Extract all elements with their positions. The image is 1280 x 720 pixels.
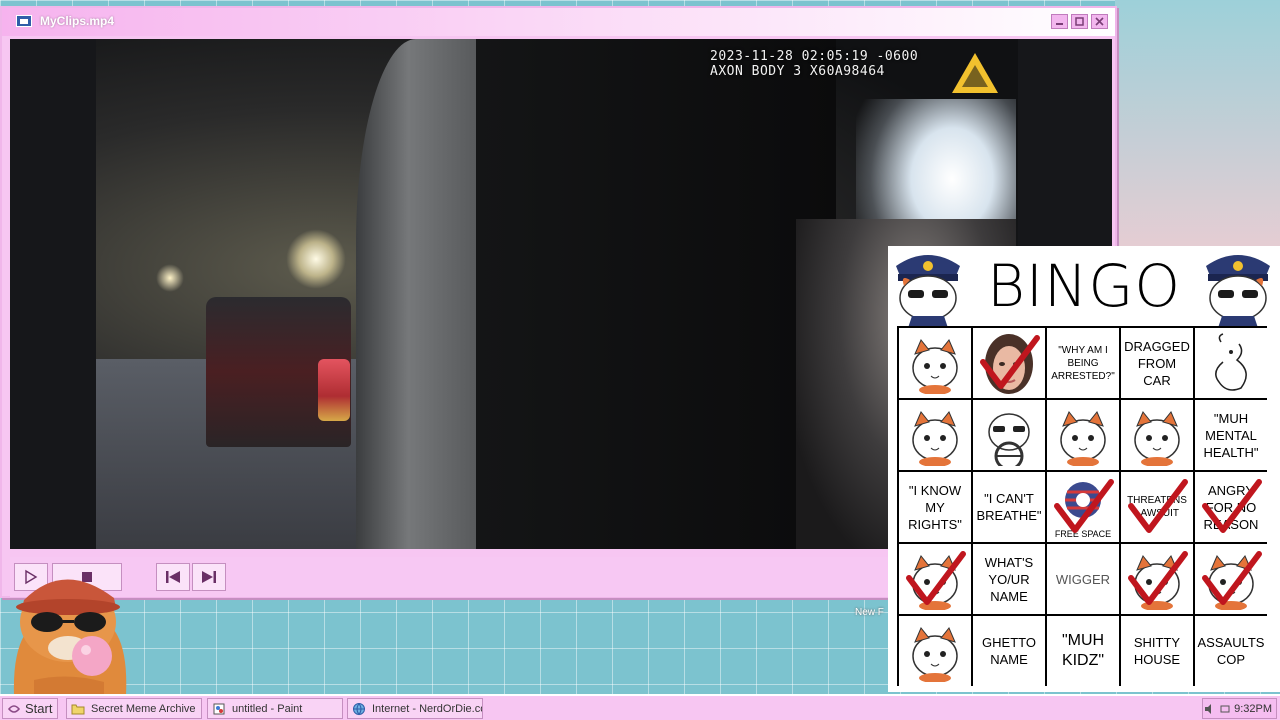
- paint-icon: [213, 703, 225, 714]
- bingo-cell-text: "MUH KIDZ": [1061, 632, 1105, 669]
- bingo-cell[interactable]: GHETTO NAME: [973, 616, 1045, 686]
- bingo-cell[interactable]: [1121, 544, 1193, 614]
- bingo-cell[interactable]: [899, 616, 971, 686]
- maximize-button[interactable]: [1071, 14, 1088, 29]
- clock[interactable]: 9:32PM: [1234, 703, 1272, 715]
- scene-streetlight: [156, 264, 184, 292]
- bingo-cell[interactable]: [1047, 400, 1119, 470]
- checkmark-icon: [1202, 479, 1262, 533]
- bingo-cell-text: "I CAN'T BREATHE": [976, 491, 1042, 523]
- checkmark-icon: [1128, 479, 1188, 533]
- bingo-cell[interactable]: WIGGER: [1047, 544, 1119, 614]
- minimize-button[interactable]: [1051, 14, 1068, 29]
- folder-icon: [71, 704, 85, 714]
- bingo-cell[interactable]: ANGRY FOR NO REASON: [1195, 472, 1267, 542]
- next-icon: [202, 571, 216, 583]
- cat-sketch-icon: [1215, 333, 1247, 391]
- taskbar-item-meme-archive[interactable]: Secret Meme Archive: [66, 698, 202, 719]
- cat-sticker-icon: [1060, 411, 1106, 466]
- checkmark-icon: [980, 335, 1040, 389]
- bingo-cell[interactable]: THREATENS LAWSUIT: [1121, 472, 1193, 542]
- bingo-cell-text: DRAGGED FROM CAR: [1124, 338, 1190, 388]
- scene-dark-foreground: [476, 39, 836, 549]
- start-button[interactable]: Start: [2, 698, 58, 719]
- video-frame: 2023-11-28 02:05:19 -0600 AXON BODY 3 X6…: [96, 39, 1018, 549]
- window-title: MyClips.mp4: [40, 14, 115, 28]
- bingo-cell[interactable]: [899, 328, 971, 398]
- checkmark-icon: [906, 551, 966, 605]
- next-button[interactable]: [192, 563, 226, 591]
- scene-car-taillight: [318, 359, 350, 421]
- bingo-cell[interactable]: [1195, 544, 1267, 614]
- bingo-cell[interactable]: WHAT'S YO/UR NAME: [973, 544, 1045, 614]
- close-button[interactable]: [1091, 14, 1108, 29]
- desktop-background: [1115, 0, 1280, 250]
- bingo-cell[interactable]: DRAGGED FROM CAR: [1121, 328, 1193, 398]
- bingo-cell[interactable]: "WHY AM I BEING ARRESTED?": [1047, 328, 1119, 398]
- maximize-icon: [1075, 17, 1084, 26]
- start-label: Start: [25, 701, 53, 716]
- start-logo-icon: [7, 704, 21, 713]
- video-timestamp: 2023-11-28 02:05:19 -0600: [710, 49, 919, 64]
- bingo-grid: "WHY AM I BEING ARRESTED?" DRAGGED FROM C…: [897, 326, 1267, 686]
- network-icon[interactable]: [1220, 703, 1230, 715]
- taskbar-item-label: Secret Meme Archive: [91, 702, 196, 715]
- taskbar: Start Secret Meme Archive untitled - Pai…: [0, 694, 1280, 720]
- globe-icon: [353, 702, 365, 715]
- cat-sticker-icon: [1134, 411, 1180, 466]
- system-tray: 9:32PM: [1202, 698, 1277, 719]
- axon-logo-icon: [952, 53, 998, 93]
- taskbar-item-paint[interactable]: untitled - Paint: [207, 698, 343, 719]
- bingo-cell-text: WIGGER: [1055, 571, 1111, 587]
- bingo-cell[interactable]: FREE SPACE: [1047, 472, 1119, 542]
- cat-sticker-icon: [912, 627, 958, 682]
- video-file-icon: [16, 15, 32, 27]
- volume-icon[interactable]: [1204, 703, 1216, 715]
- checkmark-icon: [1128, 551, 1188, 605]
- cat-sunglasses-sticker: [13, 579, 127, 695]
- bingo-cell[interactable]: "I CAN'T BREATHE": [973, 472, 1045, 542]
- police-cat-icon: [1206, 255, 1270, 328]
- bingo-cell[interactable]: [899, 400, 971, 470]
- taskbar-item-internet[interactable]: Internet - NerdOrDie.com: [347, 698, 483, 719]
- previous-button[interactable]: [156, 563, 190, 591]
- checkmark-icon: [1202, 551, 1262, 605]
- checkmark-icon: [1054, 479, 1114, 533]
- bingo-cell-text: "MUH MENTAL HEALTH": [1203, 410, 1259, 460]
- bingo-cell-text: GHETTO NAME: [982, 635, 1036, 667]
- taskbar-item-label: untitled - Paint: [232, 702, 303, 715]
- bingo-cell[interactable]: ASSAULTS COP: [1195, 616, 1267, 686]
- taskbar-item-label: Internet - NerdOrDie.com: [372, 702, 482, 715]
- bingo-cell[interactable]: [1195, 328, 1267, 398]
- minimize-icon: [1056, 23, 1063, 25]
- bingo-card: BINGO "WHY AM I BEING ARRESTED?" DRAGGED …: [888, 246, 1280, 692]
- video-device-id: AXON BODY 3 X60A98464: [710, 64, 885, 79]
- close-icon: [1095, 17, 1104, 26]
- bingo-cell[interactable]: [973, 328, 1045, 398]
- bingo-cell[interactable]: SHITTY HOUSE: [1121, 616, 1193, 686]
- bingo-cell[interactable]: [1121, 400, 1193, 470]
- bingo-cell[interactable]: "MUH MENTAL HEALTH": [1195, 400, 1267, 470]
- bingo-cell-text: "WHY AM I BEING ARRESTED?": [1051, 344, 1115, 382]
- cat-driving-icon: [988, 413, 1030, 466]
- previous-icon: [166, 571, 180, 583]
- bingo-cell-text: "I KNOW MY RIGHTS": [908, 482, 962, 532]
- cat-sticker-icon: [912, 339, 958, 394]
- cat-sticker-icon: [912, 411, 958, 466]
- bingo-cell-text: SHITTY HOUSE: [1133, 635, 1181, 667]
- bingo-cell[interactable]: "I KNOW MY RIGHTS": [899, 472, 971, 542]
- bingo-cell[interactable]: [973, 400, 1045, 470]
- scene-streetlight: [286, 229, 346, 289]
- bingo-cell[interactable]: "MUH KIDZ": [1047, 616, 1119, 686]
- bingo-cell[interactable]: [899, 544, 971, 614]
- window-titlebar[interactable]: MyClips.mp4: [2, 8, 1115, 36]
- desktop-file-label[interactable]: New F: [855, 607, 884, 618]
- bingo-cell-text: ASSAULTS COP: [1197, 635, 1265, 667]
- bingo-cell-text: WHAT'S YO/UR NAME: [984, 554, 1034, 604]
